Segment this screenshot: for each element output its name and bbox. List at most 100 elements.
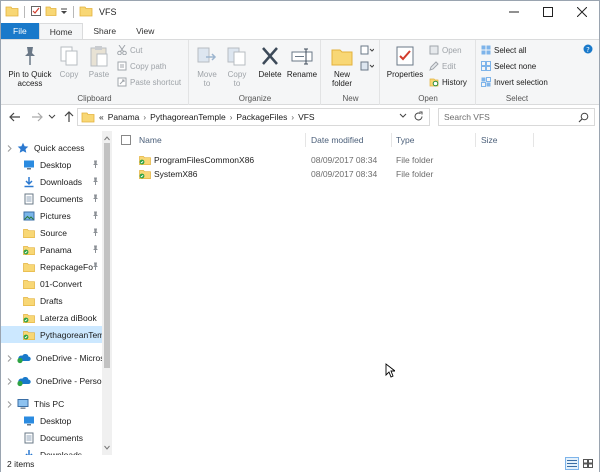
chevron-right-icon[interactable]: › xyxy=(143,113,146,122)
copy-to-button[interactable]: Copy to xyxy=(222,44,252,88)
column-date-modified[interactable]: Date modified xyxy=(311,131,363,149)
easy-access-button[interactable] xyxy=(360,61,374,71)
table-row[interactable]: SystemX86 08/09/2017 08:34 File folder xyxy=(113,167,599,181)
pin-icon[interactable] xyxy=(92,262,99,272)
column-divider[interactable] xyxy=(305,133,306,147)
nav-item-pictures[interactable]: Pictures xyxy=(1,207,102,224)
new-item-button[interactable] xyxy=(360,45,374,55)
column-divider[interactable] xyxy=(533,133,534,147)
properties-icon[interactable] xyxy=(30,5,42,19)
rename-button[interactable]: Rename xyxy=(286,44,318,79)
nav-item-onedrive-persor[interactable]: OneDrive - Persor xyxy=(1,372,102,389)
arrow-left-icon xyxy=(9,112,20,122)
scroll-down-icon[interactable] xyxy=(104,443,110,453)
navigation-pane-scrollbar[interactable] xyxy=(102,131,112,455)
nav-item-drafts[interactable]: Drafts xyxy=(1,292,102,309)
select-none-button[interactable]: Select none xyxy=(481,61,536,71)
chevron-right-icon[interactable]: › xyxy=(230,113,233,122)
pin-icon[interactable] xyxy=(92,211,99,221)
nav-item-panama[interactable]: Panama xyxy=(1,241,102,258)
pin-icon[interactable] xyxy=(92,160,99,170)
pin-to-quick-access-button[interactable]: Pin to Quick access xyxy=(5,44,55,88)
cut-button[interactable]: Cut xyxy=(117,45,142,55)
column-type[interactable]: Type xyxy=(396,131,414,149)
nav-item-onedrive-micros[interactable]: OneDrive - Micros xyxy=(1,349,102,366)
nav-item-downloads[interactable]: Downloads xyxy=(1,446,102,455)
minimize-button[interactable] xyxy=(497,1,531,23)
scroll-up-icon[interactable] xyxy=(104,133,110,143)
nav-item-documents[interactable]: Documents xyxy=(1,190,102,207)
documents-icon xyxy=(23,432,35,444)
scrollbar-thumb[interactable] xyxy=(104,143,110,368)
select-all-button[interactable]: Select all xyxy=(481,45,526,55)
pin-icon[interactable] xyxy=(92,194,99,204)
close-button[interactable] xyxy=(565,1,599,23)
nav-item-desktop[interactable]: Desktop xyxy=(1,156,102,173)
search-input[interactable]: Search VFS xyxy=(444,112,490,122)
history-icon xyxy=(429,78,439,87)
refresh-button[interactable] xyxy=(413,111,424,124)
customize-toolbar-icon[interactable] xyxy=(60,6,68,18)
tab-file[interactable]: File xyxy=(1,23,39,39)
address-bar[interactable]: « Panama › PythagoreanTemple › PackageFi… xyxy=(77,108,430,126)
tab-home[interactable]: Home xyxy=(38,23,84,39)
tab-share[interactable]: Share xyxy=(83,23,126,39)
breadcrumb-vfs[interactable]: VFS xyxy=(298,112,315,122)
table-row[interactable]: ProgramFilesCommonX86 08/09/2017 08:34 Fil… xyxy=(113,153,599,167)
new-folder-icon[interactable] xyxy=(45,5,57,19)
nav-item-01-convert[interactable]: 01-Convert xyxy=(1,275,102,292)
search-box[interactable]: Search VFS xyxy=(438,108,595,126)
copy-path-button[interactable]: Copy path xyxy=(117,61,166,71)
select-all-checkbox[interactable] xyxy=(121,131,131,149)
column-divider[interactable] xyxy=(475,133,476,147)
invert-selection-button[interactable]: Invert selection xyxy=(481,77,548,87)
large-icons-view-button[interactable] xyxy=(581,457,595,470)
pin-icon[interactable] xyxy=(92,245,99,255)
breadcrumb-pythagoreantemple[interactable]: PythagoreanTemple xyxy=(150,112,226,122)
nav-item-downloads[interactable]: Downloads xyxy=(1,173,102,190)
nav-item-documents[interactable]: Documents xyxy=(1,429,102,446)
address-dropdown-button[interactable] xyxy=(399,112,407,122)
maximize-button[interactable] xyxy=(531,1,565,23)
nav-item-quick-access[interactable]: Quick access xyxy=(1,139,102,156)
chevron-right-icon[interactable] xyxy=(7,354,13,364)
open-group-label: Open xyxy=(418,94,438,103)
chevron-right-icon[interactable] xyxy=(7,144,13,154)
edit-button[interactable]: Edit xyxy=(429,61,456,71)
open-button[interactable]: Open xyxy=(429,45,462,55)
delete-button[interactable]: Delete xyxy=(256,44,284,79)
chevron-right-icon[interactable]: › xyxy=(291,113,294,122)
pin-icon[interactable] xyxy=(92,177,99,187)
back-button[interactable] xyxy=(7,109,23,125)
nav-item-desktop[interactable]: Desktop xyxy=(1,412,102,429)
column-name[interactable]: Name xyxy=(139,131,162,149)
column-size[interactable]: Size xyxy=(481,131,498,149)
column-divider[interactable] xyxy=(391,133,392,147)
chevron-right-icon[interactable] xyxy=(7,400,13,410)
history-button[interactable]: History xyxy=(429,77,467,87)
paste-button[interactable]: Paste xyxy=(85,44,113,79)
recent-locations-button[interactable] xyxy=(47,109,57,125)
chevron-right-icon[interactable] xyxy=(7,377,13,387)
forward-button[interactable] xyxy=(29,109,45,125)
folder-icon xyxy=(23,295,35,307)
breadcrumb-packagefiles[interactable]: PackageFiles xyxy=(236,112,287,122)
breadcrumb-panama[interactable]: Panama xyxy=(108,112,140,122)
tab-view[interactable]: View xyxy=(126,23,164,39)
breadcrumb-overflow[interactable]: « xyxy=(99,112,104,122)
move-to-button[interactable]: Move to xyxy=(192,44,222,88)
nav-item-repackagefo[interactable]: RepackageFo xyxy=(1,258,102,275)
nav-item-laterza-dibook[interactable]: Laterza diBook xyxy=(1,309,102,326)
nav-item-this-pc[interactable]: This PC xyxy=(1,395,102,412)
paste-shortcut-button[interactable]: Paste shortcut xyxy=(117,77,181,87)
pin-icon[interactable] xyxy=(92,228,99,238)
details-view-button[interactable] xyxy=(565,457,579,470)
up-button[interactable] xyxy=(61,109,77,125)
new-folder-button[interactable]: New folder xyxy=(326,44,358,88)
nav-item-source[interactable]: Source xyxy=(1,224,102,241)
properties-button[interactable]: Properties xyxy=(383,44,427,79)
help-button[interactable]: ? xyxy=(583,44,593,56)
new-item-icon xyxy=(360,45,374,55)
copy-button[interactable]: Copy xyxy=(56,44,82,79)
nav-item-pythagoreantem[interactable]: PythagoreanTem xyxy=(1,326,102,343)
